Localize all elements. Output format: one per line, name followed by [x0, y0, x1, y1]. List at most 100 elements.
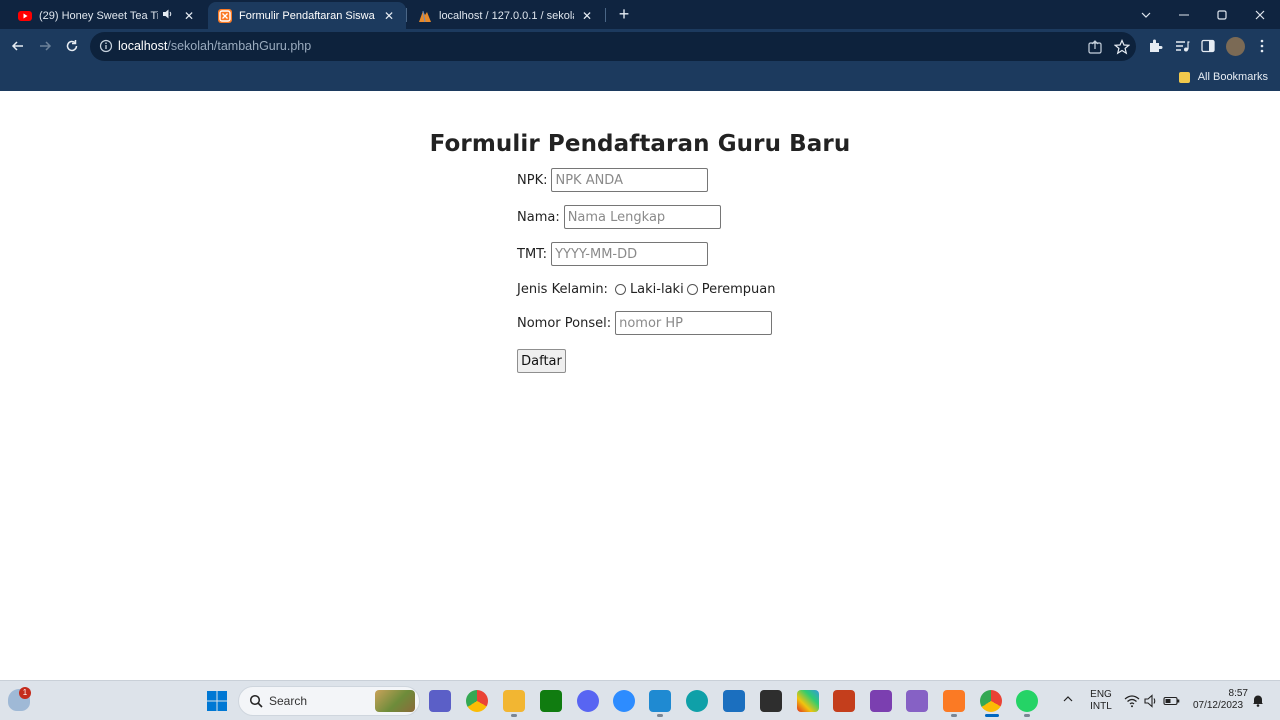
close-tab-icon[interactable]: ✕ [182, 9, 196, 23]
restore-icon[interactable] [1203, 0, 1241, 29]
tab-title: Formulir Pendaftaran Siswa Baru [239, 9, 376, 22]
extensions-icon[interactable] [1147, 38, 1163, 54]
search-label: Search [269, 694, 308, 708]
tab-separator [406, 8, 407, 22]
close-window-icon[interactable] [1241, 0, 1279, 29]
radio-label-laki-laki: Laki-laki [629, 281, 684, 297]
powerpoint-icon[interactable] [833, 690, 855, 712]
running-indicator [1024, 714, 1030, 717]
nama-label: Nama: [517, 209, 560, 225]
phone-label: Nomor Ponsel: [517, 315, 612, 331]
running-indicator [511, 714, 517, 717]
visual-studio-icon[interactable] [906, 690, 928, 712]
clock-date: 07/12/2023 [1192, 700, 1244, 711]
nama-row: Nama: [517, 205, 721, 229]
office-app-icon[interactable] [797, 690, 819, 712]
site-info-icon[interactable] [99, 39, 113, 53]
file-explorer-icon[interactable] [503, 690, 525, 712]
browser-chrome: (29) Honey Sweet Tea Time · ✕ Formulir P… [0, 0, 1280, 91]
tab-search-icon[interactable] [1127, 0, 1165, 29]
clock[interactable]: 8:57 07/12/2023 [1186, 688, 1250, 712]
bookmark-star-icon[interactable] [1113, 39, 1131, 55]
npk-row: NPK: [517, 168, 709, 192]
chevron-up-icon[interactable] [1061, 692, 1075, 706]
teams-chat-icon[interactable] [429, 690, 451, 712]
purple-app-icon[interactable] [870, 690, 892, 712]
close-tab-icon[interactable]: ✕ [382, 9, 396, 23]
vscode-icon[interactable] [649, 690, 671, 712]
media-controls-icon[interactable] [1174, 38, 1190, 54]
whatsapp-icon[interactable] [1016, 690, 1038, 712]
taskbar: 1 Search ENG INTL 8:57 07/12/2023 [0, 680, 1280, 720]
all-bookmarks-button[interactable]: All Bookmarks [1178, 68, 1268, 86]
battery-icon[interactable] [1163, 693, 1181, 709]
language-indicator[interactable]: ENG INTL [1086, 689, 1116, 713]
clock-time: 8:57 [1228, 688, 1248, 699]
new-tab-button[interactable]: + [614, 4, 634, 24]
daftar-button[interactable]: Daftar [517, 349, 566, 373]
tab-strip: (29) Honey Sweet Tea Time · ✕ Formulir P… [0, 0, 1280, 29]
tab-title: localhost / 127.0.0.1 / sekolah / t [439, 9, 574, 22]
tab-phpmyadmin[interactable]: localhost / 127.0.0.1 / sekolah / t ✕ [408, 2, 604, 29]
url-path: /sekolah/tambahGuru.php [167, 39, 312, 53]
wifi-icon[interactable] [1124, 693, 1140, 709]
url-host: localhost [118, 39, 168, 53]
tab-youtube[interactable]: (29) Honey Sweet Tea Time · ✕ [8, 2, 206, 29]
volume-icon[interactable] [1143, 693, 1159, 709]
keyboard-layout: INTL [1090, 701, 1112, 712]
radio-laki-laki[interactable] [614, 283, 626, 295]
chrome-icon[interactable] [466, 690, 488, 712]
tab-formulir[interactable]: Formulir Pendaftaran Siswa Baru ✕ [208, 2, 406, 29]
bookmarks-bar: All Bookmarks [0, 63, 1280, 91]
phone-row: Nomor Ponsel: [517, 311, 773, 335]
all-bookmarks-label: All Bookmarks [1197, 71, 1268, 83]
tab-title: (29) Honey Sweet Tea Time · [39, 9, 158, 22]
url-text[interactable]: localhost/sekolah/tambahGuru.php [118, 32, 311, 61]
close-tab-icon[interactable]: ✕ [580, 9, 594, 23]
page-content: Formulir Pendaftaran Guru Baru NPK: Nama… [0, 91, 1280, 680]
xbox-icon[interactable] [540, 690, 562, 712]
taskbar-search[interactable]: Search [238, 686, 420, 716]
notification-bell-icon[interactable] [1251, 693, 1265, 707]
gender-label: Jenis Kelamin: [517, 281, 608, 297]
running-indicator [657, 714, 663, 717]
windows-start-icon[interactable] [206, 690, 228, 712]
tmt-input[interactable] [551, 242, 709, 266]
address-bar[interactable]: localhost/sekolah/tambahGuru.php [90, 32, 1136, 61]
forward-arrow-icon[interactable] [33, 34, 57, 58]
zoom-icon[interactable] [613, 690, 635, 712]
youtube-icon [18, 9, 32, 23]
reload-icon[interactable] [60, 34, 84, 58]
nvidia-icon[interactable] [760, 690, 782, 712]
tmt-label: TMT: [517, 246, 548, 262]
phone-input[interactable] [615, 311, 773, 335]
more-menu-icon[interactable] [1254, 38, 1270, 54]
search-icon [249, 694, 263, 708]
npk-input[interactable] [551, 168, 709, 192]
discord-icon[interactable] [577, 690, 599, 712]
chrome-profile-icon[interactable] [980, 690, 1002, 712]
npk-label: NPK: [517, 172, 548, 188]
side-panel-icon[interactable] [1200, 38, 1216, 54]
tmt-row: TMT: [517, 242, 709, 266]
profile-avatar[interactable] [1226, 37, 1245, 56]
xampp-taskbar-icon[interactable] [943, 690, 965, 712]
nama-input[interactable] [563, 205, 721, 229]
browser-toolbar: localhost/sekolah/tambahGuru.php [0, 29, 1280, 63]
share-icon[interactable] [1087, 39, 1103, 55]
minimize-icon[interactable] [1165, 0, 1203, 29]
radio-perempuan[interactable] [686, 283, 698, 295]
radio-label-perempuan: Perempuan [701, 281, 776, 297]
microsoft-store-icon[interactable] [723, 690, 745, 712]
notification-badge: 1 [19, 687, 31, 699]
phpmyadmin-icon [418, 9, 432, 23]
search-highlight-image [375, 690, 415, 712]
speaker-icon[interactable] [162, 8, 176, 23]
gender-row: Jenis Kelamin: Laki-laki Perempuan [517, 279, 776, 299]
folder-icon [1178, 71, 1190, 83]
edge-icon[interactable] [686, 690, 708, 712]
language-code: ENG [1090, 689, 1112, 700]
xampp-icon [218, 8, 232, 23]
back-arrow-icon[interactable] [6, 34, 30, 58]
running-indicator [951, 714, 957, 717]
